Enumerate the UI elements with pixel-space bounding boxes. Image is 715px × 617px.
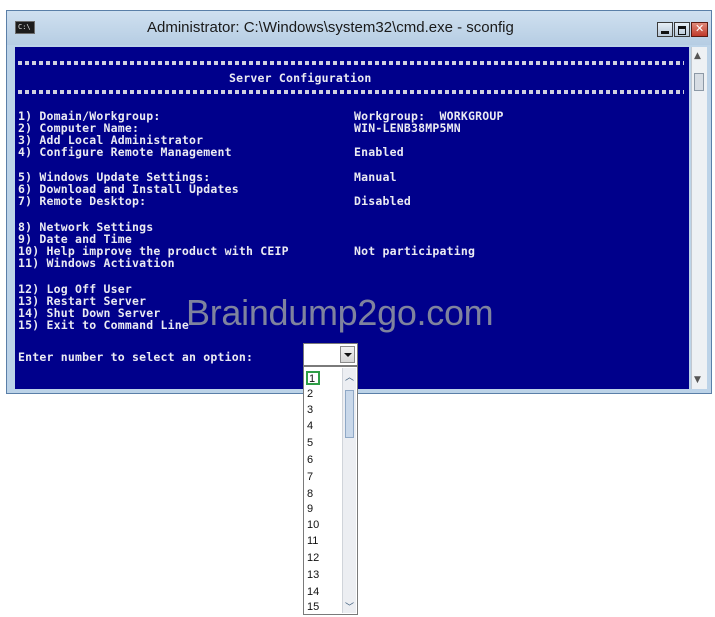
chevron-down-icon[interactable] — [340, 346, 355, 363]
title-bar[interactable]: C:\ Administrator: C:\Windows\system32\c… — [7, 11, 711, 45]
divider-line — [18, 61, 684, 65]
list-item[interactable]: 8 — [307, 487, 313, 502]
console-heading: Server Configuration — [229, 71, 372, 85]
list-item[interactable]: 4 — [307, 419, 313, 434]
menu-item-value: Enabled — [354, 145, 404, 159]
list-item[interactable]: 10 — [307, 518, 319, 533]
chevron-up-icon[interactable]: ︿ — [345, 370, 354, 383]
menu-item-value: Disabled — [354, 194, 411, 208]
console-area: Server Configuration 1) Domain/Workgroup… — [15, 47, 689, 389]
list-item[interactable]: 11 — [307, 534, 318, 549]
scroll-down-icon[interactable]: ▼ — [694, 375, 701, 385]
list-item[interactable]: 3 — [307, 403, 313, 418]
list-scrollbar[interactable]: ︿ ﹀ — [342, 368, 356, 613]
menu-item-value: Manual — [354, 170, 397, 184]
list-item[interactable]: 5 — [307, 436, 313, 451]
console-scrollbar[interactable]: ▲ ▼ — [691, 47, 707, 389]
cmd-app-icon: C:\ — [15, 21, 35, 34]
watermark: Braindump2go.com — [186, 292, 494, 333]
scroll-up-icon[interactable]: ▲ — [694, 51, 701, 61]
list-item[interactable]: 14 — [307, 585, 319, 600]
list-scroll-thumb[interactable] — [345, 390, 354, 438]
list-item[interactable]: 15 — [307, 600, 319, 615]
list-item[interactable]: 13 — [307, 568, 319, 583]
menu-item-label: 11) Windows Activation — [18, 256, 175, 270]
option-list[interactable]: 1 2 3 4 5 6 7 8 9 10 11 12 13 14 15 ︿ ﹀ — [303, 366, 358, 615]
list-item[interactable]: 9 — [307, 502, 313, 517]
menu-item-value: Not participating — [354, 244, 476, 258]
input-prompt: Enter number to select an option: — [18, 350, 254, 364]
option-select[interactable] — [303, 343, 358, 366]
menu-item-label: 4) Configure Remote Management — [18, 145, 232, 159]
maximize-button[interactable] — [674, 22, 690, 37]
scroll-thumb[interactable] — [694, 73, 704, 91]
list-item[interactable]: 12 — [307, 551, 319, 566]
menu-item-label: 15) Exit to Command Line — [18, 318, 189, 332]
minimize-button[interactable] — [657, 22, 673, 37]
window-title: Administrator: C:\Windows\system32\cmd.e… — [147, 19, 514, 36]
menu-item-label: 7) Remote Desktop: — [18, 194, 147, 208]
list-item[interactable]: 2 — [307, 387, 313, 402]
list-item[interactable]: 1 — [306, 371, 321, 385]
chevron-down-icon[interactable]: ﹀ — [345, 600, 354, 613]
close-button[interactable] — [691, 22, 708, 37]
menu-item-value: WIN-LENB38MP5MN — [354, 121, 461, 135]
list-item[interactable]: 6 — [307, 453, 313, 468]
divider-line — [18, 90, 684, 94]
cmd-window: C:\ Administrator: C:\Windows\system32\c… — [6, 10, 712, 394]
list-item[interactable]: 7 — [307, 470, 313, 485]
